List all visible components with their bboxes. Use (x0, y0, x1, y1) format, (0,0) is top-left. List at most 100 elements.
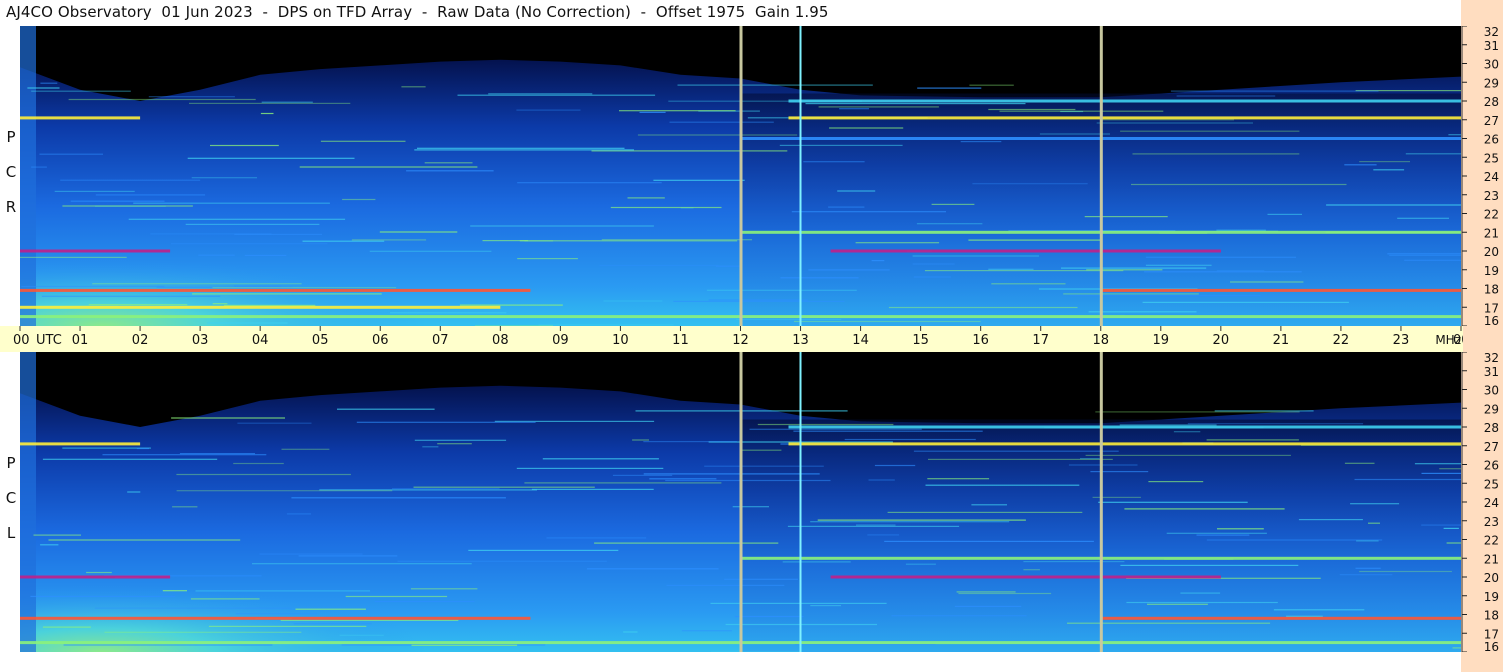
rfi-speckle (189, 102, 351, 104)
utc-tick-label: 00 (13, 333, 30, 348)
freq-tick-label: 21 (1484, 552, 1499, 566)
freq-tick-label: 20 (1484, 571, 1499, 585)
rfi-speckle (794, 320, 981, 323)
rfi-speckle (810, 605, 841, 607)
freq-tick-label: 27 (1484, 440, 1499, 454)
rfi-speckle (1397, 217, 1449, 219)
utc-axis-label: UTC (36, 333, 62, 348)
rcp-freq-axis: 16 17 18 19 20 21 22 23 24 25 26 27 28 29 30 31 32 (1461, 25, 1503, 328)
rfi-speckle (1067, 622, 1271, 624)
rfi-speckle (787, 525, 960, 527)
rfi-speckle (704, 465, 824, 467)
rfi-speckle (1206, 439, 1299, 441)
rfi-speckle (1326, 204, 1461, 206)
lcp-spectrogram (20, 352, 1461, 652)
rfi-speckle (244, 254, 287, 256)
rfi-speckle (524, 482, 722, 484)
rfi-speckle (162, 590, 187, 592)
freq-tick-label: 27 (1484, 114, 1499, 128)
rfi-speckle (736, 318, 842, 321)
rfi-speckle (102, 454, 267, 456)
rfi-speckle (468, 549, 619, 551)
rfi-speckle (234, 233, 322, 235)
rfi-speckle (517, 258, 578, 260)
rfi-speckle (54, 190, 135, 192)
rfi-speckle (913, 276, 951, 278)
rfi-speckle (673, 300, 845, 302)
freq-tick-label: 26 (1484, 133, 1499, 147)
rfi-speckle (397, 560, 607, 562)
rfi-speckle (1120, 564, 1299, 566)
rfi-speckle (171, 417, 285, 419)
rfi-speckle (392, 488, 500, 490)
rfi-speckle (1405, 153, 1461, 155)
rfi-speckle (546, 537, 647, 539)
freq-axis-mid-spacer (1463, 326, 1503, 352)
utc-tick-label: 16 (972, 333, 989, 348)
rfi-speckle (21, 285, 165, 288)
marker-line-12utc (739, 352, 743, 652)
rfi-speckle (260, 112, 274, 115)
rfi-speckle (176, 490, 393, 492)
freq-tick-label: 17 (1484, 627, 1499, 641)
rfi-speckle (706, 289, 857, 291)
rfi-speckle (179, 453, 255, 455)
utc-tick-label: 07 (432, 333, 449, 348)
cyan-marker-line (799, 352, 802, 652)
morning-glow (20, 213, 561, 326)
cyan-marker-line (799, 26, 802, 326)
freq-tick-label: 25 (1484, 477, 1499, 491)
rfi-speckle (517, 182, 662, 184)
rfi-speckle (1023, 569, 1040, 571)
rfi-speckle (734, 615, 804, 618)
rfi-speckle (732, 506, 769, 508)
freq-tick-label: 25 (1484, 151, 1499, 165)
intensity-band-7 (20, 249, 171, 253)
sunrise-edge (20, 26, 36, 326)
intensity-band-1 (788, 116, 1461, 120)
rfi-speckle (988, 268, 1034, 270)
rfi-speckle (237, 422, 312, 424)
rfi-speckle (749, 428, 922, 430)
freq-tick-label: 32 (1484, 352, 1499, 365)
freq-tick-label: 29 (1484, 76, 1499, 90)
rfi-speckle (210, 144, 279, 147)
rfi-speckle (681, 630, 732, 632)
rfi-speckle (610, 206, 722, 209)
rfi-speckle (1147, 603, 1208, 605)
lcp-letter-c: C (5, 489, 17, 507)
freq-tick-label: 22 (1484, 208, 1499, 222)
rfi-speckle (871, 260, 885, 262)
rfi-speckle (212, 287, 397, 289)
marker-line-12utc (739, 26, 743, 326)
freq-tick-label: 29 (1484, 402, 1499, 416)
utc-tick-label: 04 (252, 333, 269, 348)
rfi-speckle (133, 202, 330, 204)
rfi-speckle (259, 553, 363, 555)
rfi-speckle (31, 90, 131, 92)
utc-time-axis: 00 01 02 03 04 05 06 07 08 09 10 11 12 13 14 15 16 17 18 19… (0, 326, 1463, 352)
rfi-speckle (1414, 463, 1461, 465)
rfi-speckle (603, 300, 663, 302)
rfi-speckle (411, 644, 518, 646)
utc-tick-label: 10 (612, 333, 629, 348)
rfi-speckle (33, 534, 81, 536)
rfi-speckle (42, 458, 218, 460)
utc-tick-label: 14 (852, 333, 869, 348)
rfi-speckle (1356, 540, 1379, 542)
intensity-band-4 (1100, 616, 1461, 620)
rfi-speckle (459, 304, 563, 306)
rfi-speckle (417, 147, 625, 149)
rfi-speckle (20, 256, 127, 258)
rfi-speckle (148, 96, 235, 98)
rcp-freq-axis-svg: 1617 18 19 20 21 22 23 24 25 26 27 28 29 30 3132 (1461, 25, 1499, 328)
rfi-speckle (1180, 592, 1221, 594)
rfi-speckle (1350, 503, 1400, 505)
intensity-band-2 (788, 425, 1461, 429)
rfi-speckle (261, 101, 313, 103)
rfi-speckle (1354, 478, 1461, 481)
rfi-speckle (1448, 134, 1461, 136)
rfi-speckle (677, 84, 873, 86)
rfi-speckle (867, 534, 900, 536)
freq-tick-label: 30 (1484, 58, 1499, 72)
